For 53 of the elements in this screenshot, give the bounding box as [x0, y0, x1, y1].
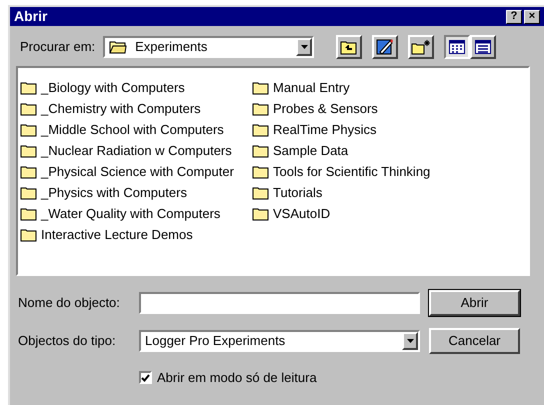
folder-item[interactable]: Tutorials [252, 182, 492, 203]
folder-item[interactable]: _Water Quality with Computers [20, 203, 246, 224]
cancel-button[interactable]: Cancelar [429, 328, 520, 354]
folder-icon [20, 164, 38, 178]
folder-icon [252, 80, 270, 94]
read-only-label: Abrir em modo só de leitura [157, 369, 317, 387]
folder-icon [20, 102, 38, 116]
folder-icon [20, 80, 38, 94]
folder-item[interactable]: Sample Data [252, 140, 492, 161]
folder-icon [20, 122, 38, 136]
folder-icon [252, 164, 270, 178]
folder-icon [252, 122, 270, 136]
file-name-label: Nome do objecto: [18, 294, 121, 312]
view-button[interactable] [444, 35, 470, 59]
folder-icon [252, 102, 270, 116]
file-type-label: Objectos do tipo: [18, 332, 117, 350]
folder-item[interactable]: Manual Entry [252, 77, 492, 98]
folder-icon [252, 144, 270, 158]
folder-icon [252, 186, 270, 200]
folder-up-icon [340, 39, 358, 55]
folder-icon [20, 144, 38, 158]
window-title: Abrir [14, 7, 48, 26]
read-only-checkbox[interactable] [139, 371, 152, 384]
folder-item[interactable]: _Middle School with Computers [20, 119, 246, 140]
folder-item[interactable]: Interactive Lecture Demos [20, 224, 246, 245]
folder-item[interactable]: _Biology with Computers [20, 77, 246, 98]
folder-item[interactable]: _Physics with Computers [20, 182, 246, 203]
close-button[interactable]: × [524, 10, 540, 24]
folder-item[interactable]: _Nuclear Radiation w Computers [20, 140, 246, 161]
folder-item[interactable]: Probes & Sensors [252, 98, 492, 119]
file-name-field[interactable] [139, 292, 420, 314]
folder-item[interactable]: Tools for Scientific Thinking [252, 161, 492, 182]
folder-icon [20, 186, 38, 200]
folder-item[interactable]: _Physical Science with Computer [20, 161, 246, 182]
list-view-icon [449, 40, 466, 54]
folder-icon [109, 40, 128, 54]
folder-item[interactable]: _Chemistry with Computers [20, 98, 246, 119]
folder-icon [252, 206, 270, 220]
folder-icon [20, 228, 38, 242]
open-button[interactable]: Abrir [429, 290, 520, 316]
toolbar-button[interactable] [372, 35, 398, 59]
folder-item[interactable]: VSAutoID [252, 203, 492, 224]
help-button[interactable]: ? [506, 10, 522, 24]
pen-icon [376, 38, 394, 56]
folder-item[interactable]: RealTime Physics [252, 119, 492, 140]
toolbar-button[interactable] [408, 35, 434, 59]
file-type-dropdown[interactable]: Logger Pro Experiments [139, 330, 420, 352]
look-in-dropdown[interactable]: Experiments [103, 36, 314, 58]
new-folder-icon [411, 39, 432, 55]
look-in-label: Procurar em: [20, 38, 96, 56]
toolbar-button[interactable] [336, 35, 362, 59]
folder-icon [20, 206, 38, 220]
details-view-icon [475, 40, 492, 54]
